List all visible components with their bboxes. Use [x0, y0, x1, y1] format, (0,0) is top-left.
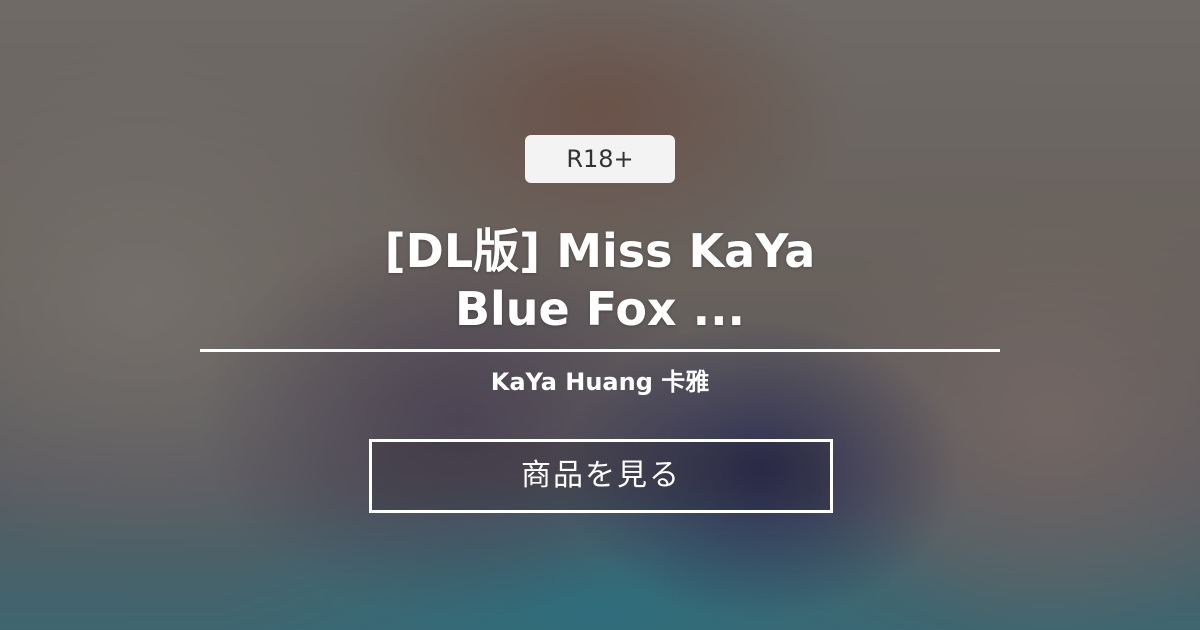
- product-title: [DL版] Miss KaYa Blue Fox ...: [200, 222, 1000, 338]
- share-card: R18+ [DL版] Miss KaYa Blue Fox ... KaYa H…: [0, 0, 1200, 630]
- product-title-line-2: Blue Fox ...: [454, 282, 746, 336]
- view-product-button[interactable]: 商品を見る: [369, 439, 833, 513]
- product-title-line-1: [DL版] Miss KaYa: [384, 224, 816, 278]
- age-rating-badge: R18+: [525, 135, 675, 183]
- creator-name: KaYa Huang 卡雅: [490, 368, 710, 396]
- title-divider: [200, 349, 1000, 352]
